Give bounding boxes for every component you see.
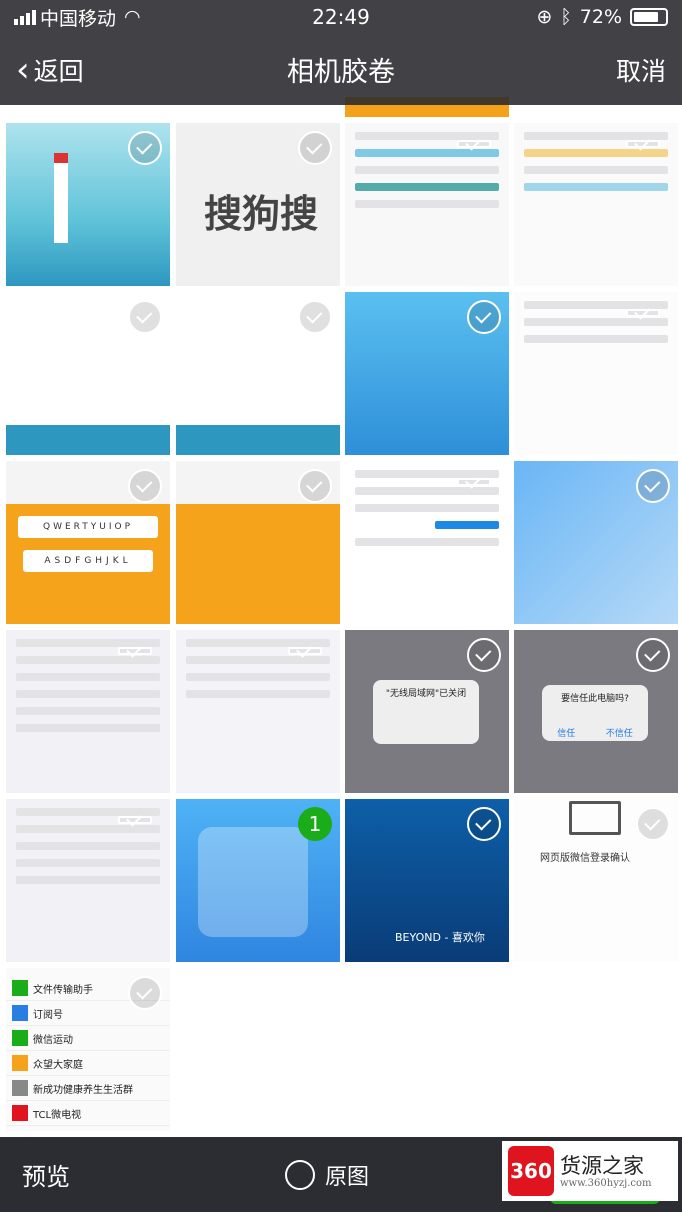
thumb-text: "无线局域网"已关闭 bbox=[385, 689, 467, 699]
chat-avatar-icon bbox=[12, 1105, 28, 1121]
select-checkbox[interactable] bbox=[128, 131, 162, 165]
preview-button[interactable]: 预览 bbox=[22, 1157, 70, 1192]
bottom-toolbar: 预览 原图 360 货源之家 www.360hyzj.com bbox=[0, 1137, 682, 1212]
status-bar: 中国移动 ◠ 22:49 ⊕ ᛒ 72% bbox=[0, 0, 682, 34]
chat-name: 微信运动 bbox=[33, 1034, 73, 1046]
nav-bar: ‹ 返回 相机胶卷 取消 bbox=[0, 34, 682, 105]
top-bar: 中国移动 ◠ 22:49 ⊕ ᛒ 72% ‹ 返回 相机胶卷 取消 bbox=[0, 0, 682, 105]
thumb-text: 网页版微信登录确认 bbox=[540, 853, 630, 864]
select-checkbox[interactable] bbox=[636, 469, 670, 503]
select-checkbox[interactable] bbox=[298, 131, 332, 165]
photo-thumb[interactable]: BEYOND - 喜欢你 bbox=[345, 799, 509, 962]
watermark-url: www.360hyzj.com bbox=[560, 1177, 652, 1189]
photo-thumb[interactable] bbox=[514, 123, 678, 286]
photo-thumb[interactable]: 文件传输助手 订阅号微信运动众望大家庭新成功健康养生生活群 TCL微电视 bbox=[6, 968, 170, 1131]
battery-icon bbox=[630, 8, 668, 26]
back-label: 返回 bbox=[33, 56, 84, 86]
clock: 22:49 bbox=[312, 5, 370, 29]
watermark-logo: 360 bbox=[508, 1146, 554, 1196]
photo-thumb[interactable] bbox=[345, 461, 509, 624]
photo-thumb[interactable]: 要信任此电脑吗? 信任 不信任 bbox=[514, 630, 678, 793]
thumb-text: 信任 bbox=[557, 729, 576, 739]
cancel-button[interactable]: 取消 bbox=[616, 52, 666, 88]
thumb-text: 不信任 bbox=[605, 729, 633, 739]
select-checkbox[interactable] bbox=[457, 140, 491, 148]
chat-list-item: 众望大家庭 bbox=[6, 1051, 170, 1076]
thumb-text: 要信任此电脑吗? bbox=[561, 694, 629, 704]
photo-thumb[interactable] bbox=[176, 630, 340, 793]
chat-name: 订阅号 bbox=[33, 1009, 63, 1021]
photo-thumb[interactable]: 搜狗搜 bbox=[176, 123, 340, 286]
original-image-toggle[interactable]: 原图 bbox=[285, 1159, 369, 1191]
chat-name: 文件传输助手 bbox=[33, 984, 93, 996]
chat-name: 新成功健康养生生活群 bbox=[33, 1084, 133, 1096]
select-checkbox[interactable] bbox=[626, 309, 660, 317]
photo-thumb[interactable] bbox=[6, 123, 170, 286]
chat-list-item: TCL微电视 bbox=[6, 1101, 170, 1126]
select-checkbox[interactable] bbox=[128, 469, 162, 503]
select-checkbox[interactable] bbox=[626, 140, 660, 148]
photo-thumb[interactable] bbox=[6, 630, 170, 793]
photo-thumb[interactable] bbox=[514, 292, 678, 455]
photo-thumb[interactable] bbox=[176, 461, 340, 624]
chat-name: TCL微电视 bbox=[33, 1109, 82, 1121]
chat-avatar-icon bbox=[12, 980, 28, 996]
photo-thumb[interactable]: 1 bbox=[176, 799, 340, 962]
select-checkbox[interactable] bbox=[288, 647, 322, 655]
chat-list-item: 新成功健康养生生活群 bbox=[6, 1076, 170, 1101]
chat-avatar-icon bbox=[12, 1055, 28, 1071]
photo-thumb[interactable]: 网页版微信登录确认 bbox=[514, 799, 678, 962]
select-checkbox[interactable] bbox=[636, 807, 670, 841]
photo-thumb[interactable] bbox=[345, 292, 509, 455]
chat-list-item: 微信运动 bbox=[6, 1026, 170, 1051]
select-checkbox[interactable] bbox=[118, 647, 152, 655]
chat-name: 众望大家庭 bbox=[33, 1059, 83, 1071]
photo-thumb[interactable] bbox=[6, 799, 170, 962]
radio-circle-icon bbox=[285, 1159, 315, 1190]
photo-thumb[interactable] bbox=[514, 461, 678, 624]
page-title: 相机胶卷 bbox=[287, 57, 395, 88]
select-checkbox[interactable] bbox=[467, 638, 501, 672]
chat-avatar-icon bbox=[12, 1030, 28, 1046]
back-button[interactable]: ‹ 返回 bbox=[16, 52, 84, 88]
select-checkbox[interactable] bbox=[128, 976, 162, 1010]
select-checkbox[interactable] bbox=[467, 807, 501, 841]
select-checkbox[interactable] bbox=[118, 816, 152, 824]
thumb-text: ASDFGHJKL bbox=[23, 550, 153, 572]
watermark: 360 货源之家 www.360hyzj.com bbox=[502, 1141, 678, 1201]
thumb-text: QWERTYUIOP bbox=[18, 516, 158, 538]
select-checkbox[interactable] bbox=[298, 300, 332, 334]
chat-avatar-icon bbox=[12, 1005, 28, 1021]
chevron-left-icon: ‹ bbox=[16, 49, 30, 90]
select-checkbox[interactable] bbox=[467, 300, 501, 334]
photo-thumb[interactable]: "无线局域网"已关闭 bbox=[345, 630, 509, 793]
photo-thumb[interactable] bbox=[176, 292, 340, 455]
chat-avatar-icon bbox=[12, 1080, 28, 1096]
photo-thumb[interactable] bbox=[345, 123, 509, 286]
selection-order-badge[interactable]: 1 bbox=[298, 807, 332, 841]
thumb-text: BEYOND - 喜欢你 bbox=[395, 931, 485, 944]
photo-thumb[interactable] bbox=[6, 292, 170, 455]
watermark-name: 货源之家 bbox=[560, 1153, 644, 1178]
original-label: 原图 bbox=[325, 1164, 370, 1190]
select-checkbox[interactable] bbox=[128, 300, 162, 334]
select-checkbox[interactable] bbox=[636, 638, 670, 672]
select-checkbox[interactable] bbox=[457, 478, 491, 486]
photo-thumb[interactable]: QWERTYUIOP ASDFGHJKL bbox=[6, 461, 170, 624]
thumb-text: 搜狗搜 bbox=[204, 192, 319, 236]
select-checkbox[interactable] bbox=[298, 469, 332, 503]
